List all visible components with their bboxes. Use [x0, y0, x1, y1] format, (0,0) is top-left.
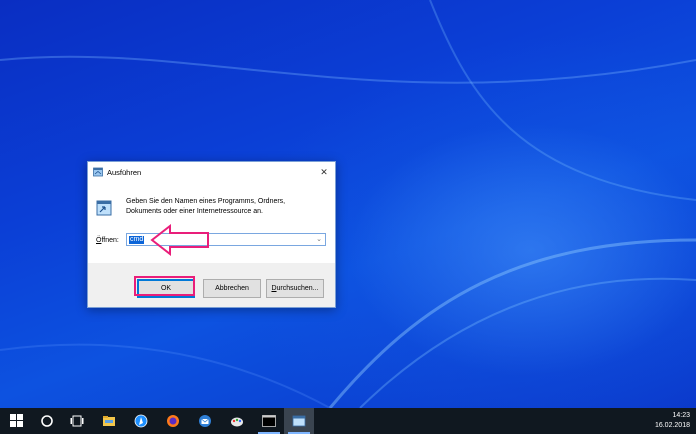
cortana-button[interactable] — [32, 408, 62, 434]
task-view-icon — [70, 415, 84, 427]
cortana-icon — [41, 415, 53, 427]
paint-icon — [231, 417, 243, 427]
open-label: Öffnen: — [96, 237, 119, 244]
close-button[interactable]: ✕ — [313, 162, 335, 182]
browse-button[interactable]: Durchsuchen... — [266, 279, 324, 298]
description-line-1: Geben Sie den Namen eines Programms, Ord… — [126, 198, 286, 205]
taskbar-run-dialog[interactable] — [284, 408, 314, 434]
taskbar-safari[interactable] — [126, 408, 156, 434]
taskbar-clock[interactable]: 14:23 16.02.2018 — [655, 411, 690, 431]
cancel-button[interactable]: Abbrechen — [203, 279, 261, 298]
pink-arrow-icon — [150, 224, 209, 256]
chevron-down-icon[interactable]: ⌄ — [316, 235, 322, 243]
taskbar-paint[interactable] — [222, 408, 252, 434]
taskbar-firefox[interactable] — [158, 408, 188, 434]
run-app-icon — [93, 167, 103, 177]
dialog-title: Ausführen — [107, 168, 142, 177]
dialog-description: Geben Sie den Namen eines Programms, Ord… — [126, 197, 326, 217]
firefox-icon — [167, 415, 179, 427]
start-button[interactable] — [2, 408, 32, 434]
description-line-2: Dokuments oder einer Internetressource a… — [126, 208, 263, 215]
file-explorer-icon — [103, 416, 115, 426]
browse-rest: urchsuchen... — [276, 285, 319, 292]
clock-time: 14:23 — [672, 412, 690, 419]
console-icon — [262, 415, 276, 427]
windows-start-icon — [10, 414, 23, 427]
dialog-titlebar[interactable]: Ausführen ✕ — [88, 162, 335, 182]
taskbar-console[interactable] — [254, 408, 284, 434]
taskbar: 14:23 16.02.2018 — [0, 408, 696, 434]
clock-date: 16.02.2018 — [654, 422, 690, 429]
run-program-icon — [96, 200, 112, 216]
task-view-button[interactable] — [62, 408, 92, 434]
safari-icon — [134, 414, 148, 428]
run-dialog-icon — [292, 415, 306, 427]
open-label-rest: ffnen: — [101, 237, 119, 244]
ok-button[interactable]: OK — [137, 279, 195, 298]
taskbar-thunderbird[interactable] — [190, 408, 220, 434]
thunderbird-icon — [199, 415, 211, 427]
open-input-value[interactable]: cmd — [129, 236, 145, 244]
taskbar-file-explorer[interactable] — [94, 408, 124, 434]
